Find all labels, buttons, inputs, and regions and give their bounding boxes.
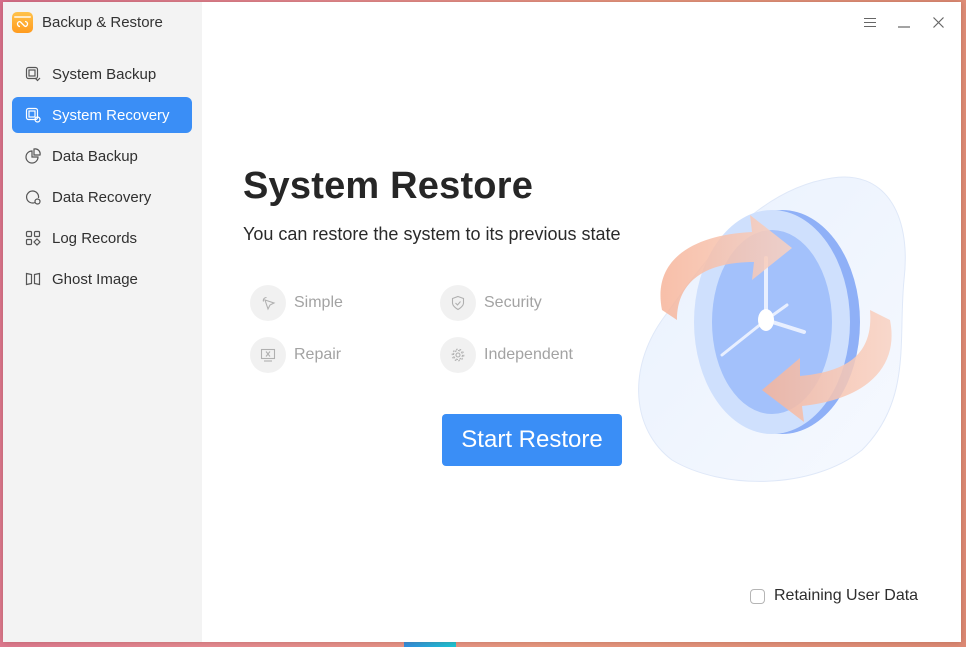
feature-label: Simple [294,294,343,311]
page-subtitle: You can restore the system to its previo… [243,224,621,244]
feature-label: Repair [294,346,342,363]
sidebar-item-data-backup[interactable]: Data Backup [12,138,192,174]
feature-security: Security [440,285,542,321]
hamburger-menu-icon [864,15,876,33]
feature-repair: Repair [250,337,341,373]
page-title: System Restore [243,165,534,207]
feature-label: Security [484,294,542,311]
feature-independent: Independent [440,337,573,373]
shield-check-icon [440,285,476,321]
feature-simple: Simple [250,285,343,321]
minimize-icon [898,15,910,33]
data-backup-icon [24,147,42,165]
sidebar-item-system-backup[interactable]: System Backup [12,56,192,92]
retain-user-data-label: Retaining User Data [774,587,919,604]
window-controls [857,12,951,36]
sidebar-item-label: System Backup [52,65,157,83]
app-window: Backup & Restore System Backup System Re… [3,2,961,642]
sidebar-item-log-records[interactable]: Log Records [12,220,192,256]
start-restore-button[interactable]: Start Restore [442,414,622,466]
gear-icon [440,337,476,373]
close-button[interactable] [925,12,951,36]
clock-restore-illustration [632,170,922,490]
system-backup-icon [24,65,42,83]
sidebar-item-label: Data Recovery [52,188,152,206]
sidebar-item-label: System Recovery [52,106,170,124]
monitor-repair-icon [250,337,286,373]
feature-label: Independent [484,346,573,363]
close-icon [932,15,944,33]
retain-user-data-option[interactable]: Retaining User Data [750,587,918,605]
cursor-pointer-icon [250,285,286,321]
main-content: System Restore You can restore the syste… [202,2,961,642]
sidebar-item-system-recovery[interactable]: System Recovery [12,97,192,133]
sidebar-item-label: Log Records [52,229,138,247]
sidebar-item-label: Ghost Image [52,270,138,288]
retain-user-data-checkbox[interactable] [750,588,765,604]
data-recovery-icon [24,188,42,206]
menu-button[interactable] [857,12,883,36]
sidebar-nav: System Backup System Recovery Data Backu… [12,56,192,302]
ghost-image-icon [24,270,42,288]
backup-restore-logo-icon [12,12,33,33]
app-title: Backup & Restore [42,14,163,31]
sidebar-item-ghost-image[interactable]: Ghost Image [12,261,192,297]
system-recovery-icon [24,106,42,124]
sidebar-item-data-recovery[interactable]: Data Recovery [12,179,192,215]
sidebar-item-label: Data Backup [52,147,138,165]
minimize-button[interactable] [891,12,917,36]
app-title-bar: Backup & Restore [12,12,163,33]
log-records-icon [24,229,42,247]
sidebar: Backup & Restore System Backup System Re… [3,2,202,642]
